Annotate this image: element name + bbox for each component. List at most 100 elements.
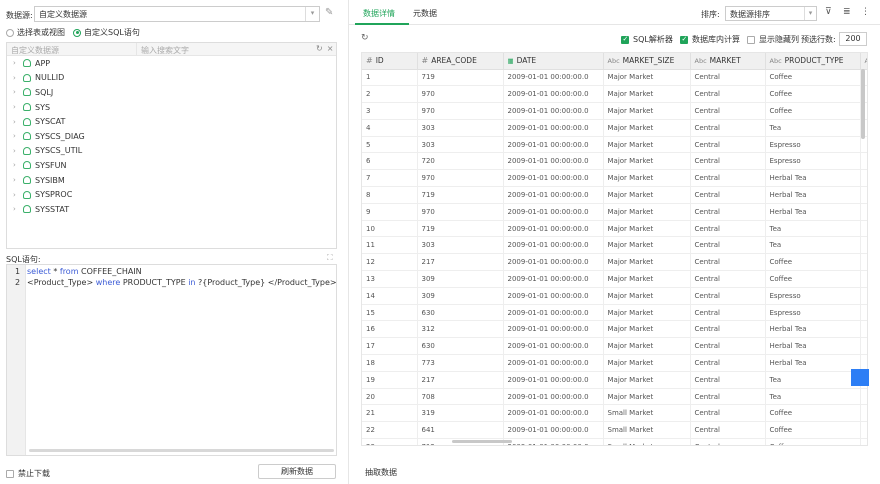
tree-item[interactable]: › SYS [7,100,336,115]
table-cell: 630 [417,304,504,322]
table-row[interactable]: 18 773 2009-01-01 00:00:00.0 Major Market Ce… [362,354,867,372]
filter-icon[interactable]: ⊽ [825,7,832,17]
table-row[interactable]: 11 303 2009-01-01 00:00:00.0 Major Market Ce… [362,236,867,255]
tree-search-input[interactable]: 输入搜索文字 [137,43,316,55]
refresh-icon[interactable]: ↻ [316,44,323,55]
table-row[interactable]: 1 719 2009-01-01 00:00:00.0 Major Market Cen… [362,69,867,87]
table-row[interactable]: 5 303 2009-01-01 00:00:00.0 Major Market Cen… [362,136,867,154]
chevron-right-icon[interactable]: › [13,176,19,184]
table-cell: 9 [362,203,418,221]
sql-parser-checkbox[interactable] [621,35,629,44]
sql-editor[interactable]: 1 2 select * from COFFEE_CHAIN <Product_… [6,264,337,456]
table-row[interactable]: 4 303 2009-01-01 00:00:00.0 Major Market Cen… [362,119,867,137]
more-icon[interactable]: ⋮ [861,7,870,17]
table-row[interactable]: 19 217 2009-01-01 00:00:00.0 Major Market Ce… [362,371,867,389]
table-row[interactable]: 9 970 2009-01-01 00:00:00.0 Major Market Cen… [362,203,867,221]
tree-item[interactable]: › SYSCAT [7,114,336,129]
datasource-select[interactable]: 自定义数据源 ▾ [34,6,320,22]
option-db-calc[interactable]: 数据库内计算 [680,34,740,45]
tree-item[interactable]: › SYSCS_DIAG [7,129,336,144]
tab-metadata[interactable]: 元数据 [413,8,437,19]
chevron-right-icon[interactable]: › [13,103,19,111]
table-cell: 2009-01-01 00:00:00.0 [503,388,604,406]
preview-rows-input[interactable]: 200 [839,32,867,46]
chevron-right-icon[interactable]: › [13,191,19,199]
expand-icon[interactable]: ⛶ [327,253,333,263]
close-icon[interactable]: × [327,44,334,55]
tree-item[interactable]: › SYSFUN [7,158,336,173]
table-row[interactable]: 16 312 2009-01-01 00:00:00.0 Major Market Ce… [362,320,867,339]
chevron-right-icon[interactable]: › [13,132,19,140]
table-row[interactable]: 20 708 2009-01-01 00:00:00.0 Major Market Ce… [362,388,867,406]
edit-icon[interactable]: ✎ [325,7,337,19]
horizontal-scrollbar[interactable] [452,440,512,443]
table-row[interactable]: 12 217 2009-01-01 00:00:00.0 Major Market Ce… [362,253,867,272]
chevron-right-icon[interactable]: › [13,88,19,96]
table-row[interactable]: 17 630 2009-01-01 00:00:00.0 Major Market Ce… [362,337,867,356]
option-sql-parser[interactable]: SQL解析器 [621,34,673,45]
table-row[interactable]: 7 970 2009-01-01 00:00:00.0 Major Market Cen… [362,169,867,188]
disable-download-option[interactable]: 禁止下载 [6,468,50,479]
tree-item[interactable]: › SYSPROC [7,187,336,202]
table-row[interactable]: 8 719 2009-01-01 00:00:00.0 Major Market Cen… [362,186,867,204]
floating-action-square[interactable] [851,369,869,386]
tree-item-label: SYSIBM [35,175,65,185]
radio-dot[interactable] [73,28,81,37]
column-header[interactable]: Abc MARKET_SIZE [603,53,691,70]
refresh-icon[interactable]: ↻ [361,33,369,43]
table-row[interactable]: 14 309 2009-01-01 00:00:00.0 Major Market Ce… [362,287,867,305]
column-header[interactable]: Abc PRODUCT_TYPE [765,53,861,70]
column-header-label: MARKET_SIZE [622,56,675,66]
table-cell: Central [690,287,766,305]
chevron-right-icon[interactable]: › [13,147,19,155]
table-cell [860,388,867,406]
table-row[interactable]: 13 309 2009-01-01 00:00:00.0 Major Market Ce… [362,270,867,288]
table-row[interactable]: 3 970 2009-01-01 00:00:00.0 Major Market Cen… [362,102,867,120]
sort-select[interactable]: 数据源排序 ▾ [725,6,817,21]
vertical-scrollbar[interactable] [861,69,865,139]
table-row[interactable]: 2 970 2009-01-01 00:00:00.0 Major Market Cen… [362,85,867,104]
disable-download-checkbox[interactable] [6,469,14,478]
tab-data-detail[interactable]: 数据详情 [363,8,395,19]
chevron-right-icon[interactable]: › [13,118,19,126]
table-cell [860,320,867,339]
chevron-down-icon[interactable]: ▾ [305,7,319,21]
tree-item[interactable]: › SYSCS_UTIL [7,144,336,159]
table-row[interactable]: 15 630 2009-01-01 00:00:00.0 Major Market Ce… [362,304,867,322]
radio-table-view[interactable]: 选择表或视图 [6,27,65,38]
chevron-right-icon[interactable]: › [13,161,19,169]
table-cell: Herbal Tea [765,320,861,339]
db-calc-checkbox[interactable] [680,35,688,44]
column-header[interactable]: ▦ DATE [503,53,604,70]
refresh-data-button[interactable]: 刷新数据 [258,464,336,479]
table-row[interactable]: 22 641 2009-01-01 00:00:00.0 Small Market Ce… [362,421,867,440]
radio-custom-sql[interactable]: 自定义SQL语句 [73,27,140,38]
datasource-label: 数据源: [6,11,33,20]
column-header[interactable]: # AREA_CODE [417,53,504,70]
tree-item[interactable]: › SQLJ [7,85,336,100]
table-cell: 7 [362,169,418,188]
tree-source-field[interactable]: 自定义数据源 [7,43,137,55]
chevron-right-icon[interactable]: › [13,74,19,82]
option-show-hidden[interactable]: 显示隐藏列 [747,34,799,45]
chevron-right-icon[interactable]: › [13,205,19,213]
chevron-right-icon[interactable]: › [13,59,19,67]
table-row[interactable]: 21 319 2009-01-01 00:00:00.0 Small Market Ce… [362,404,867,423]
radio-dot[interactable] [6,28,14,37]
show-hidden-checkbox[interactable] [747,35,755,44]
horizontal-scrollbar[interactable] [29,449,334,452]
tree-item[interactable]: › APP [7,56,336,71]
extract-data-button[interactable]: 抽取数据 [365,467,397,478]
column-header[interactable]: # ID [362,53,418,70]
tree-item[interactable]: › NULLID [7,71,336,86]
column-header[interactable]: AbcP [860,53,867,70]
table-row[interactable]: 6 720 2009-01-01 00:00:00.0 Major Market Cen… [362,152,867,171]
tree-item[interactable]: › SYSIBM [7,173,336,188]
table-row[interactable]: 237122009-01-01 00:00:00.0Small MarketCe… [362,438,867,445]
chevron-down-icon[interactable]: ▾ [804,7,816,20]
column-header[interactable]: Abc MARKET [690,53,766,70]
tree-item[interactable]: › SYSSTAT [7,202,336,217]
table-cell: Major Market [603,320,691,339]
table-row[interactable]: 10 719 2009-01-01 00:00:00.0 Major Market Ce… [362,220,867,238]
list-icon[interactable]: ≣ [843,7,851,17]
